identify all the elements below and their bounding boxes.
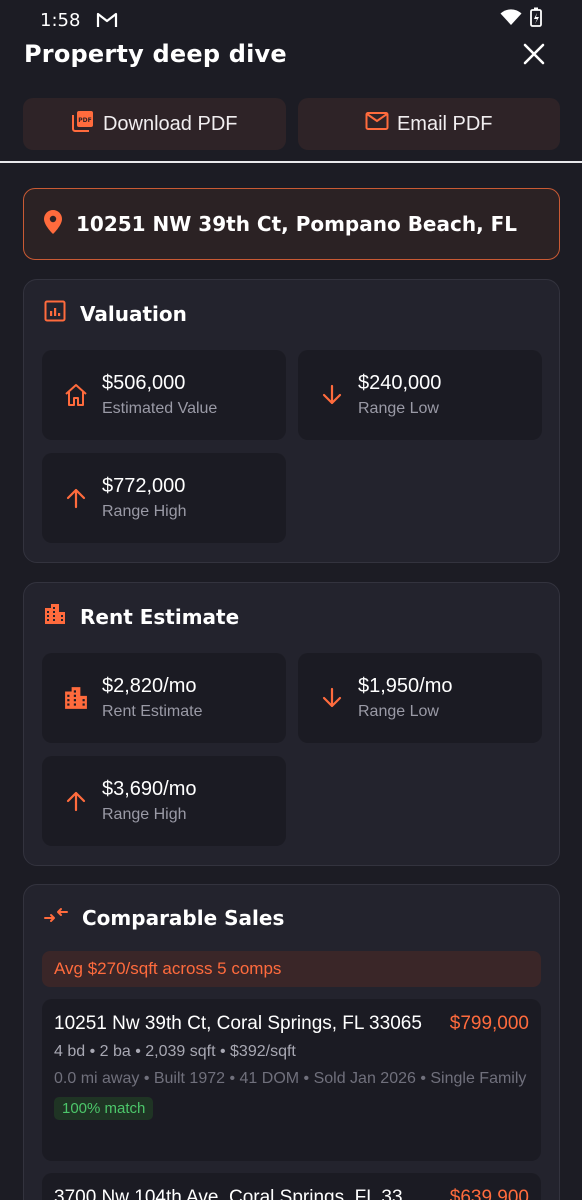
download-pdf-button[interactable]: PDF Download PDF	[23, 98, 286, 150]
rent-estimate-title: Rent Estimate	[80, 604, 240, 629]
rent-range-low: $1,950/mo	[358, 675, 453, 697]
arrow-up-icon	[62, 787, 90, 815]
app-header: Property deep dive	[0, 30, 582, 78]
comp-card[interactable]: 10251 Nw 39th Ct, Coral Springs, FL 3306…	[42, 999, 541, 1161]
comp-address: 3700 Nw 104th Ave, Coral Springs, FL 330…	[54, 1187, 426, 1200]
estimated-value: $506,000	[102, 372, 186, 394]
header-divider	[0, 161, 582, 163]
comparable-sales-section: Comparable Sales Avg $270/sqft across 5 …	[23, 884, 560, 1200]
rent-estimate-tile: $2,820/mo Rent Estimate	[42, 653, 286, 743]
status-time: 1:58	[40, 9, 81, 31]
rent-range-low-label: Range Low	[358, 703, 439, 720]
valuation-range-low: $240,000	[358, 372, 442, 394]
estimated-value-label: Estimated Value	[102, 400, 218, 417]
rent-estimate-label: Rent Estimate	[102, 703, 203, 720]
compare-arrows-icon	[44, 905, 68, 930]
wifi-icon	[500, 8, 522, 32]
pdf-icon: PDF	[71, 109, 95, 139]
arrow-up-icon	[62, 484, 90, 512]
chart-icon	[44, 300, 66, 327]
email-pdf-button[interactable]: Email PDF	[297, 98, 560, 150]
comps-summary: Avg $270/sqft across 5 comps	[42, 951, 541, 987]
rent-estimate-value: $2,820/mo	[102, 675, 197, 697]
comp-card[interactable]: 3700 Nw 104th Ave, Coral Springs, FL 330…	[42, 1173, 541, 1200]
estimated-value-tile: $506,000 Estimated Value	[42, 350, 286, 440]
comp-specs: 4 bd • 2 ba • 2,039 sqft • $392/sqft	[54, 1043, 296, 1060]
close-button[interactable]	[518, 38, 550, 70]
property-address: 10251 NW 39th Ct, Pompano Beach, FL	[76, 212, 518, 236]
comp-address: 10251 Nw 39th Ct, Coral Springs, FL 3306…	[54, 1013, 422, 1034]
comp-meta: 0.0 mi away • Built 1972 • 41 DOM • Sold…	[54, 1070, 527, 1087]
svg-text:PDF: PDF	[78, 117, 91, 124]
arrow-down-icon	[318, 684, 346, 712]
close-icon	[523, 43, 545, 65]
building-icon	[44, 603, 66, 630]
valuation-range-low-label: Range Low	[358, 400, 439, 417]
mail-icon	[365, 111, 389, 137]
address-card: 10251 NW 39th Ct, Pompano Beach, FL	[23, 188, 560, 260]
valuation-range-low-tile: $240,000 Range Low	[298, 350, 542, 440]
rent-range-high-label: Range High	[102, 806, 187, 823]
email-pdf-label: Email PDF	[396, 112, 493, 135]
valuation-range-high: $772,000	[102, 475, 186, 497]
valuation-section: Valuation $506,000 Estimated Value $240,…	[23, 279, 560, 563]
export-actions: PDF Download PDF Email PDF	[23, 98, 560, 150]
rent-estimate-section: Rent Estimate $2,820/mo Rent Estimate $1…	[23, 582, 560, 866]
valuation-range-high-tile: $772,000 Range High	[42, 453, 286, 543]
rent-range-high: $3,690/mo	[102, 778, 197, 800]
comp-price: $799,000	[449, 1013, 529, 1034]
arrow-down-icon	[318, 381, 346, 409]
building-icon	[62, 684, 90, 712]
comparable-sales-title: Comparable Sales	[82, 905, 285, 930]
download-pdf-label: Download PDF	[102, 112, 238, 135]
valuation-title: Valuation	[80, 301, 187, 326]
page-title: Property deep dive	[24, 40, 287, 68]
gmail-icon	[96, 12, 118, 28]
comp-price: $639,900	[449, 1187, 529, 1200]
rent-range-high-tile: $3,690/mo Range High	[42, 756, 286, 846]
match-badge: 100% match	[54, 1097, 154, 1120]
home-icon	[62, 381, 90, 409]
rent-range-low-tile: $1,950/mo Range Low	[298, 653, 542, 743]
valuation-range-high-label: Range High	[102, 503, 187, 520]
location-pin-icon	[44, 209, 62, 239]
